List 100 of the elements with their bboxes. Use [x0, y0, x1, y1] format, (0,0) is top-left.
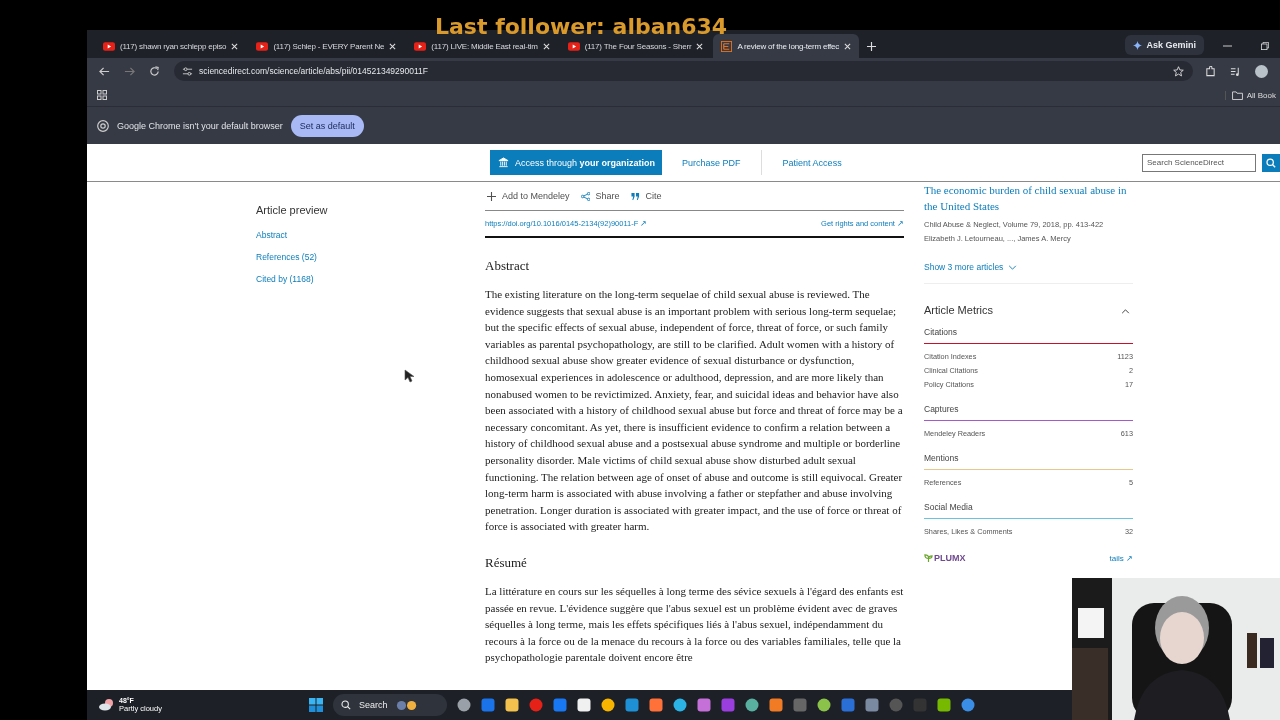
- app-icon: [625, 698, 639, 712]
- app-icon: [841, 698, 855, 712]
- app-icon: [937, 698, 951, 712]
- section-heading: Abstract: [485, 258, 531, 274]
- tab-title: (117) The Four Seasons - Sherr: [584, 41, 692, 51]
- access-button[interactable]: Access through your organization: [490, 150, 663, 175]
- search-icon: [1266, 157, 1276, 168]
- app-icon: [505, 698, 519, 712]
- url-text: sciencedirect.com/science/article/abs/pii/014521349290011F: [199, 66, 428, 76]
- taskbar-app-button[interactable]: [649, 698, 663, 712]
- search-field[interactable]: Search ScienceDirect: [1142, 153, 1256, 172]
- plus-icon: [487, 191, 496, 201]
- grid-icon: [97, 90, 107, 100]
- minimize-icon: [1222, 45, 1232, 47]
- metric-category: Social Media: [924, 502, 974, 512]
- taskbar-app-button[interactable]: [769, 698, 783, 712]
- video-site-icon: [414, 41, 427, 51]
- video-site-icon: [256, 41, 269, 51]
- purchase-pdf-link[interactable]: Purchase PDF: [662, 150, 761, 175]
- app-icon: [721, 698, 735, 712]
- all-bookmarks-button[interactable]: All Book: [1224, 90, 1276, 100]
- sprout-icon: [924, 553, 933, 563]
- browser-tab[interactable]: (117) Schlep - EVERY Parent Ne: [248, 34, 405, 58]
- article-action-button[interactable]: Add to Mendeley: [487, 191, 570, 201]
- tab-title: (117) shawn ryan schlepp episo: [120, 41, 227, 51]
- plus-icon: [867, 41, 877, 51]
- nav-link[interactable]: Abstract: [256, 230, 485, 240]
- nav-link[interactable]: References (52): [256, 252, 485, 262]
- app-icon: [673, 698, 687, 712]
- details-link[interactable]: tails ↗: [1109, 553, 1133, 563]
- app-icon: [601, 698, 615, 712]
- taskbar-app-button[interactable]: [745, 698, 759, 712]
- tab-title: (117) LIVE: Middle East real-tim: [431, 41, 538, 51]
- app-icon: [529, 698, 543, 712]
- app-icon: [481, 698, 495, 712]
- taskbar-app-button[interactable]: [601, 698, 615, 712]
- cloud-icon: [99, 698, 115, 712]
- metric-category: Citations: [924, 327, 959, 337]
- taskbar-app-button[interactable]: [817, 698, 831, 712]
- ask-gemini-button[interactable]: Ask Gemini: [1125, 35, 1204, 55]
- app-icon: [865, 698, 879, 712]
- back-arrow-icon: [99, 65, 110, 77]
- windows-logo-icon: [309, 698, 323, 712]
- app-icon: [553, 698, 567, 712]
- metric-category: Captures: [924, 404, 960, 414]
- section-heading: Résumé: [485, 554, 528, 571]
- tab-title: (117) Schlep - EVERY Parent Ne: [273, 41, 385, 51]
- plumx-logo: PLUMX: [924, 553, 966, 563]
- search-button[interactable]: [1262, 153, 1280, 172]
- app-icon: [769, 698, 783, 712]
- taskbar-app-button[interactable]: [457, 698, 471, 712]
- video-site-icon: [567, 41, 580, 51]
- article-action-button[interactable]: Share: [580, 191, 620, 201]
- taskbar-app-button[interactable]: [937, 698, 951, 712]
- folder-icon: [1231, 90, 1243, 100]
- metrics-heading: Article Metrics: [924, 303, 994, 316]
- site-settings-icon: [182, 65, 193, 77]
- browser-tab[interactable]: A review of the long-term effec: [713, 34, 860, 58]
- taskbar-search-field[interactable]: Search: [333, 694, 447, 716]
- address-bar[interactable]: sciencedirect.com/science/article/abs/pii/014521349290011F: [174, 61, 1193, 81]
- restore-icon: [1261, 42, 1269, 50]
- section-text: La littérature en cours sur les séquelles à long terme des sévice sexuels à l'égard des enfants est passée en revue. L'évidence suggère que l'abus sexuel est un problème évident avec de graves séquelles à long terme, mais les effets spécifiques liés à l'abus sexuel, indépendamment du recours à la force ou de la menace du recours à la force ou des variables familiales, telle que la psychopathologie parentale doivent encore être: [485, 583, 904, 666]
- avatar-icon: [1255, 64, 1268, 78]
- taskbar-app-button[interactable]: [673, 698, 687, 712]
- search-icon: [341, 700, 351, 710]
- close-icon: [696, 42, 704, 50]
- app-icon: [793, 698, 807, 712]
- cursor-icon: [403, 369, 417, 383]
- app-icon: [649, 698, 663, 712]
- sparkle-icon: [1133, 40, 1143, 50]
- browser-tab[interactable]: (117) shawn ryan schlepp episo: [95, 34, 247, 58]
- close-icon: [389, 42, 397, 50]
- star-icon: [1173, 65, 1184, 77]
- share-icon: [580, 191, 590, 201]
- chevron-down-icon: [1008, 264, 1018, 270]
- metric-category: Mentions: [924, 453, 960, 463]
- app-icon: [889, 698, 903, 712]
- section-text: The existing literature on the long-term sequelae of child sexual abuse is reviewed. The evidence suggests that sexual abuse is an important problem with serious long-term sequelae; but the specific effects of sexual abuse, independent of force, threat of force, or such family variables as parental psychopathology, are still to be clarified. Adult women with a history of childhood sexual abuse show greater evidence of sexual disturbance or dysfunction, homosexual experiences in adolescence or adulthood, depression, and are more likely than nonabused women to be revictimized. Anxiety, fear, and suicidal ideas and behavior have also been associated with a history of childhood sexual abuse but force and threat of force may be a necessary concomitant. As yet, there is insufficient evidence to confirm a relation between a history of childhood sexual abuse and a postsexual abuse syndrome and multiple or borderline personality disorder. Male victims of child sexual abuse show disturbed adult sexual functioning. The relation between age of onset of abuse and outcome is still equivocal. Greater long-term harm is associated with abuse involving a father or stepfather and abuse involving penetration. Longer duration is associated with greater impact, and the use of force or threat of force is associated with greater harm.: [485, 287, 904, 535]
- forward-arrow-icon: [124, 65, 135, 77]
- article-action-button[interactable]: Cite: [630, 191, 662, 201]
- taskbar-app-button[interactable]: [505, 698, 519, 712]
- nav-heading: Article preview: [256, 204, 329, 216]
- app-icon: [697, 698, 711, 712]
- chevron-up-icon: [1121, 309, 1130, 314]
- app-icon: [817, 698, 831, 712]
- music-icon: [1230, 65, 1241, 77]
- app-icon: [961, 698, 975, 712]
- puzzle-icon: [1205, 65, 1216, 77]
- close-icon: [542, 42, 550, 50]
- tab-title: A review of the long-term effec: [737, 41, 840, 51]
- reload-icon: [149, 65, 160, 77]
- set-default-button[interactable]: Set as default: [290, 114, 364, 137]
- patient-access-link[interactable]: Patient Access: [760, 150, 862, 175]
- taskbar-app-button[interactable]: [577, 698, 591, 712]
- close-icon: [844, 42, 852, 50]
- institution-icon: [498, 157, 509, 168]
- show-more-button[interactable]: Show 3 more articles: [924, 262, 1018, 272]
- app-icon: [577, 698, 591, 712]
- related-article-title[interactable]: The economic burden of child sexual abuse in the United States: [924, 182, 1133, 214]
- nav-link[interactable]: Cited by (1168): [256, 274, 485, 284]
